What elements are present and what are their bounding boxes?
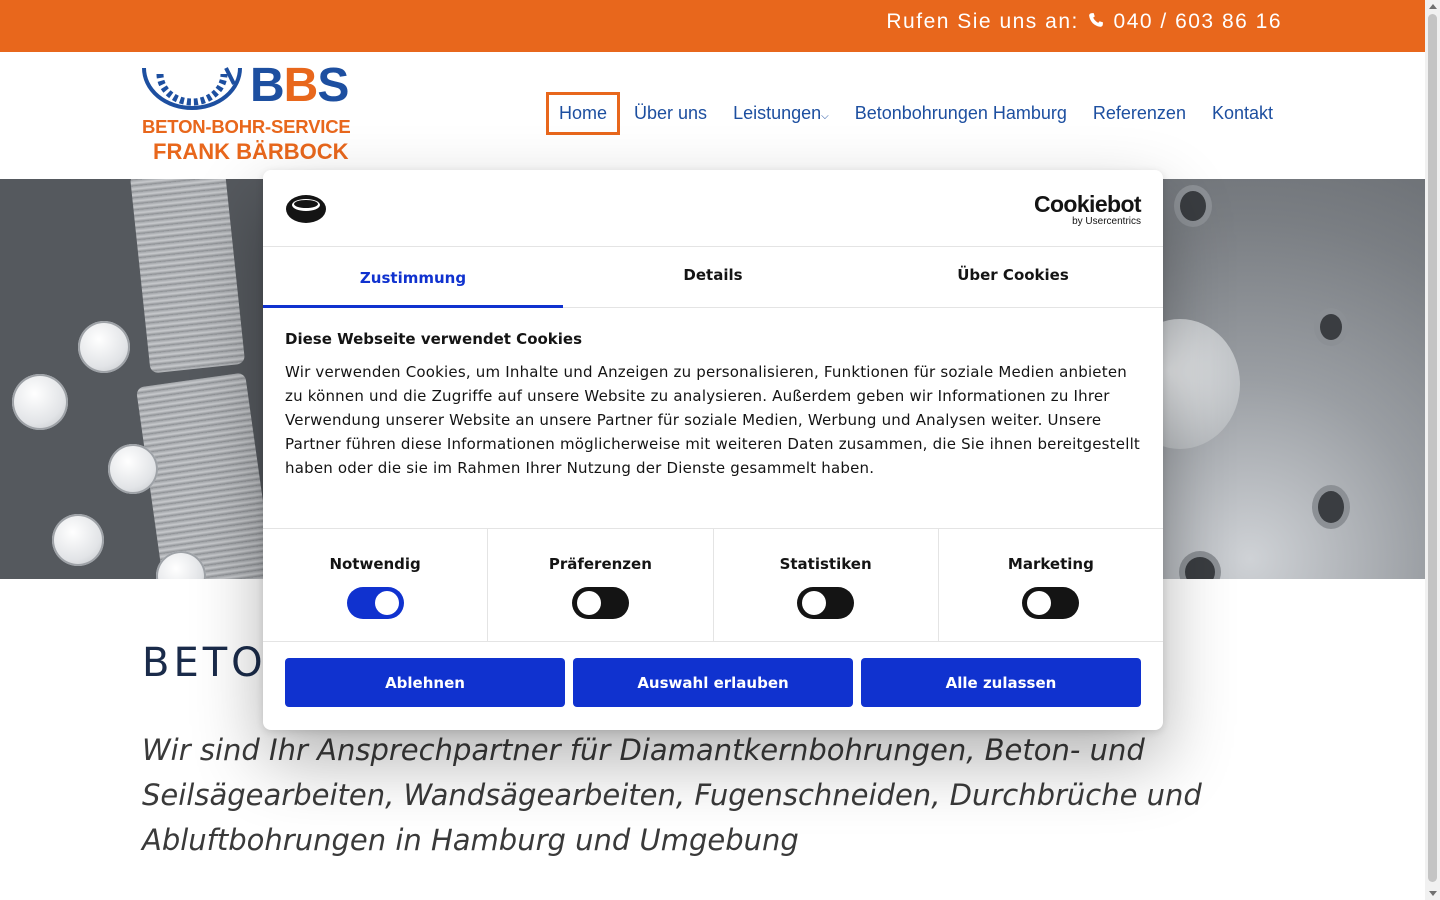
category-label: Statistiken bbox=[779, 555, 872, 573]
cookie-title: Diese Webseite verwendet Cookies bbox=[285, 330, 583, 348]
category-label: Präferenzen bbox=[548, 555, 652, 573]
blade-hole bbox=[1180, 191, 1206, 221]
decline-button[interactable]: Ablehnen bbox=[285, 658, 565, 707]
category-statistiken: Statistiken bbox=[714, 529, 939, 641]
phone-icon bbox=[1088, 10, 1104, 34]
chevron-down-icon: ⌵ bbox=[821, 111, 829, 122]
allow-all-button[interactable]: Alle zulassen bbox=[861, 658, 1141, 707]
cookie-consent-dialog: Cookiebot by Usercentrics Zustimmung Det… bbox=[263, 170, 1163, 730]
tab-zustimmung[interactable]: Zustimmung bbox=[263, 247, 563, 308]
blade-hole bbox=[1185, 557, 1215, 579]
category-marketing: Marketing bbox=[939, 529, 1163, 641]
category-notwendig: Notwendig bbox=[263, 529, 489, 641]
logo-bbs: BBS bbox=[250, 59, 349, 112]
page-scrollbar[interactable] bbox=[1425, 0, 1440, 900]
blade-hole bbox=[1318, 491, 1344, 523]
logo-line-1: BETON-BOHR-SERVICE bbox=[142, 116, 351, 137]
tab-ueber-cookies[interactable]: Über Cookies bbox=[863, 247, 1163, 307]
tab-details[interactable]: Details bbox=[563, 247, 863, 307]
category-praeferenzen: Präferenzen bbox=[488, 529, 714, 641]
scroll-up-arrow-icon[interactable] bbox=[1429, 4, 1437, 9]
brand-main: Cookiebot bbox=[1033, 191, 1142, 217]
category-label: Notwendig bbox=[329, 555, 421, 573]
nav-kontakt[interactable]: Kontakt bbox=[1200, 92, 1285, 135]
top-contact-bar: Rufen Sie uns an: 040 / 603 86 16 bbox=[0, 0, 1425, 52]
toggle-statistiken[interactable] bbox=[797, 587, 855, 619]
nav-leistungen[interactable]: Leistungen⌵ bbox=[721, 92, 841, 135]
disc-shape bbox=[78, 321, 130, 373]
phone-number: 040 / 603 86 16 bbox=[1113, 10, 1282, 33]
brand-sub: by Usercentrics bbox=[1072, 216, 1141, 227]
disc-shape bbox=[108, 444, 158, 494]
toggle-notwendig[interactable] bbox=[346, 587, 404, 619]
nav-referenzen[interactable]: Referenzen bbox=[1081, 92, 1198, 135]
phone-contact[interactable]: Rufen Sie uns an: 040 / 603 86 16 bbox=[886, 10, 1282, 34]
logo-line-2: FRANK BÄRBOCK bbox=[153, 139, 349, 164]
nav-betonbohrungen-hamburg[interactable]: Betonbohrungen Hamburg bbox=[843, 92, 1079, 135]
allow-selection-button[interactable]: Auswahl erlauben bbox=[573, 658, 853, 707]
cookie-tabs: Zustimmung Details Über Cookies bbox=[263, 247, 1163, 308]
toggle-marketing[interactable] bbox=[1022, 587, 1080, 619]
main-navigation: Home Über uns Leistungen⌵ Betonbohrungen… bbox=[546, 92, 1287, 135]
disc-shape bbox=[52, 514, 104, 566]
nav-ueber-uns[interactable]: Über uns bbox=[622, 92, 719, 135]
saw-blade-logo-icon bbox=[142, 67, 242, 110]
toggle-praeferenzen[interactable] bbox=[571, 587, 629, 619]
cookie-dialog-header: Cookiebot by Usercentrics bbox=[263, 170, 1163, 247]
nav-leistungen-label: Leistungen bbox=[733, 103, 822, 123]
disc-shape bbox=[12, 374, 68, 430]
cookie-logo-icon bbox=[286, 195, 326, 223]
cookie-description: Wir verwenden Cookies, um Inhalte und An… bbox=[285, 363, 1141, 477]
scrollbar-thumb[interactable] bbox=[1428, 14, 1437, 882]
cookie-categories: Notwendig Präferenzen Statistiken Market… bbox=[263, 528, 1163, 642]
lead-text: Wir sind Ihr Ansprechpartner für Diamant… bbox=[142, 733, 1202, 857]
call-label: Rufen Sie uns an: bbox=[886, 10, 1079, 33]
scroll-down-arrow-icon[interactable] bbox=[1429, 891, 1437, 896]
category-label: Marketing bbox=[1007, 555, 1094, 573]
blade-hole bbox=[1320, 314, 1342, 340]
company-logo[interactable]: BBS BETON-BOHR-SERVICE FRANK BÄRBOCK bbox=[142, 59, 376, 166]
nav-home[interactable]: Home bbox=[546, 92, 621, 135]
cookie-dialog-body: Diese Webseite verwendet Cookies Wir ver… bbox=[285, 330, 1145, 480]
cookie-actions: Ablehnen Auswahl erlauben Alle zulassen bbox=[285, 658, 1141, 707]
blade-segment bbox=[129, 179, 246, 374]
cookiebot-brand[interactable]: Cookiebot by Usercentrics bbox=[1033, 191, 1142, 228]
